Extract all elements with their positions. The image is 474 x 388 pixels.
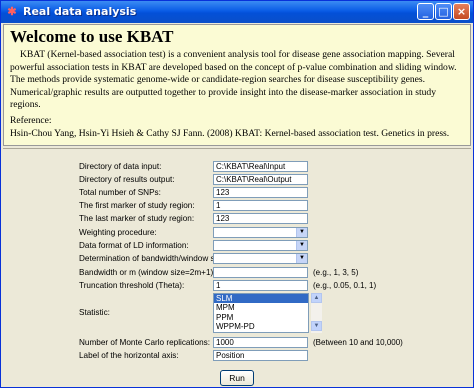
list-item[interactable]: MPM	[214, 303, 308, 312]
chevron-down-icon[interactable]: ▼	[296, 228, 307, 237]
app-icon: ✱	[7, 6, 17, 18]
reference-label: Reference:	[10, 114, 52, 126]
statistic-listbox[interactable]: SLM MPM PPM WPPM-PD	[213, 293, 309, 333]
total-snps-label: Total number of SNPs:	[79, 188, 161, 197]
truncation-label: Truncation threshold (Theta):	[79, 281, 185, 290]
run-button[interactable]: Run	[220, 370, 254, 386]
page-title: Welcome to use KBAT	[10, 27, 174, 46]
results-output-field[interactable]: C:\KBAT\Real\Output	[213, 174, 308, 185]
first-marker-field[interactable]: 1	[213, 200, 308, 211]
maximize-button[interactable]: □	[435, 3, 452, 20]
results-output-label: Directory of results output:	[79, 175, 175, 184]
window-title: Real data analysis	[23, 5, 137, 18]
info-panel: Welcome to use KBAT KBAT (Kernel-based a…	[3, 24, 471, 146]
total-snps-field[interactable]: 123	[213, 187, 308, 198]
bandwidth-hint: (e.g., 1, 3, 5)	[313, 268, 359, 277]
bandwidth-label: Bandwidth or m (window size=2m+1):	[79, 268, 216, 277]
bandwidth-determination-label: Determination of bandwidth/window size:	[79, 254, 228, 263]
truncation-hint: (e.g., 0.05, 0.1, 1)	[313, 281, 377, 290]
monte-carlo-hint: (Between 10 and 10,000)	[313, 338, 403, 347]
bandwidth-determination-select[interactable]: ▼	[213, 253, 308, 264]
list-item[interactable]: PPM	[214, 313, 308, 322]
real-data-analysis-window: ✱ Real data analysis _ □ × Welcome to us…	[0, 0, 474, 388]
list-item[interactable]: WPPM-PD	[214, 322, 308, 331]
truncation-field[interactable]: 1	[213, 280, 308, 291]
chevron-down-icon[interactable]: ▼	[311, 321, 322, 331]
chevron-up-icon[interactable]: ▲	[311, 293, 322, 303]
last-marker-field[interactable]: 123	[213, 213, 308, 224]
statistic-label: Statistic:	[79, 308, 110, 317]
bandwidth-field[interactable]	[213, 267, 308, 278]
data-input-field[interactable]: C:\KBAT\Real\Input	[213, 161, 308, 172]
ld-format-label: Data format of LD information:	[79, 241, 189, 250]
weighting-label: Weighting procedure:	[79, 228, 157, 237]
reference-text: Hsin-Chou Yang, Hsin-Yi Hsieh & Cathy SJ…	[10, 127, 450, 139]
divider	[3, 148, 471, 149]
chevron-down-icon[interactable]: ▼	[296, 254, 307, 263]
last-marker-label: The last marker of study region:	[79, 214, 195, 223]
data-input-label: Directory of data input:	[79, 162, 162, 171]
axis-label-label: Label of the horizontal axis:	[79, 351, 179, 360]
close-button[interactable]: ×	[453, 3, 470, 20]
axis-label-field[interactable]: Position	[213, 350, 308, 361]
statistic-scrollbar[interactable]: ▲ ▼	[311, 293, 322, 333]
ld-format-select[interactable]: ▼	[213, 240, 308, 251]
monte-carlo-field[interactable]: 1000	[213, 337, 308, 348]
list-item[interactable]: SLM	[214, 294, 308, 304]
intro-text: KBAT (Kernel-based association test) is …	[10, 49, 457, 111]
monte-carlo-label: Number of Monte Carlo replications:	[79, 338, 211, 347]
first-marker-label: The first marker of study region:	[79, 201, 195, 210]
chevron-down-icon[interactable]: ▼	[296, 241, 307, 250]
minimize-button[interactable]: _	[417, 3, 434, 20]
title-bar[interactable]: ✱ Real data analysis _ □ ×	[1, 1, 473, 23]
weighting-select[interactable]: ▼	[213, 227, 308, 238]
